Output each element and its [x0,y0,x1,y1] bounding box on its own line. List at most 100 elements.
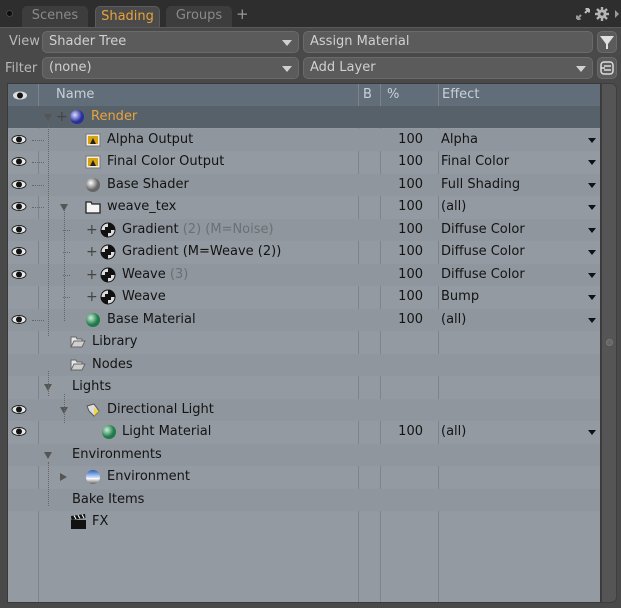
panel-dot-icon[interactable] [6,10,13,17]
tree-connector [48,371,49,396]
tree-row[interactable]: FX [8,511,600,533]
row-percent[interactable]: 100 [383,421,423,443]
tree-connector [32,207,44,208]
plus-icon[interactable]: + [86,286,98,308]
tree-connector [64,210,65,321]
scroll-handle[interactable] [606,339,613,346]
panel-menu-arrow-icon[interactable] [613,8,621,20]
tree-row[interactable]: Library [8,331,600,353]
row-name: Directional Light [107,401,214,417]
row-percent[interactable]: 100 [383,129,423,151]
row-percent[interactable]: 100 [383,151,423,173]
tree-row[interactable]: Environments [8,443,600,466]
row-effect[interactable]: (all) [441,309,466,331]
view-dropdown[interactable]: Shader Tree [42,31,299,53]
tree-row[interactable]: Directional Light [8,398,600,421]
tree-row[interactable]: + Weave (3) 100 Diffuse Color [8,263,600,286]
tree-connector [32,139,44,141]
tree-row[interactable]: Base Shader 100 Full Shading [8,173,600,196]
collapsed-triangle-icon[interactable] [60,473,67,481]
tree-row[interactable]: + Gradient (2) (M=Noise) 100 Diffuse Color [8,218,600,241]
column-percent[interactable]: % [387,84,399,106]
plus-icon[interactable]: + [86,241,98,263]
header-icons [575,5,621,23]
add-tab-button[interactable]: + [236,5,249,23]
gear-icon[interactable] [595,7,609,21]
effect-dropdown-caret-icon[interactable] [588,317,596,323]
tree-row[interactable]: + Render [8,106,600,128]
row-name: Weave [122,289,166,304]
tree-row[interactable]: Alpha Output 100 Alpha [8,128,600,151]
tree-connector [32,162,44,163]
chevron-down-icon [576,66,586,72]
tree-row[interactable]: Bake Items [8,488,600,511]
effect-dropdown-caret-icon[interactable] [588,250,596,255]
tree-row[interactable]: + Gradient (M=Weave (2)) 100 Diffuse Color [8,241,600,263]
filter-dropdown[interactable]: (none) [42,57,299,79]
effect-dropdown-caret-icon[interactable] [588,430,596,435]
plus-icon[interactable]: + [86,219,98,241]
row-percent[interactable]: 100 [383,219,423,241]
effect-dropdown-caret-icon[interactable] [588,205,596,210]
expand-triangle-icon[interactable] [44,114,52,121]
row-percent[interactable]: 100 [383,174,423,196]
texture-ball-icon [100,289,116,305]
layer-options-button[interactable] [597,57,617,79]
material-sphere-icon [101,424,117,440]
row-effect[interactable]: Full Shading [441,174,520,196]
plus-icon[interactable]: + [86,264,98,286]
render-sphere-icon [69,109,85,125]
add-layer-dropdown[interactable]: Add Layer [303,57,593,79]
column-header: Name B % Effect [8,84,600,106]
row-effect[interactable]: Diffuse Color [441,264,525,286]
row-percent[interactable]: 100 [383,264,423,286]
assign-material-button[interactable]: Assign Material [303,31,593,53]
row-effect[interactable]: (all) [441,421,466,443]
column-name[interactable]: Name [56,84,94,106]
row-effect[interactable]: Bump [441,286,479,308]
effect-dropdown-caret-icon[interactable] [588,295,596,300]
row-effect[interactable]: Diffuse Color [441,219,525,241]
open-folder-icon [70,334,86,350]
row-effect[interactable]: Alpha [441,129,478,151]
plus-icon[interactable]: + [56,106,68,128]
row-percent[interactable]: 100 [383,309,423,331]
row-name: Weave (3) [122,266,189,282]
row-effect[interactable]: Final Color [441,151,509,173]
tab-shading[interactable]: Shading [95,6,160,27]
tab-scenes[interactable]: Scenes [22,6,88,27]
eye-icon[interactable] [12,90,28,101]
filter-label: Filter [5,61,38,76]
tree-connector [48,462,49,506]
row-name: Light Material [122,424,212,439]
tree-row[interactable]: + Weave 100 Bump [8,286,600,308]
texture-ball-icon [100,267,116,283]
tab-groups[interactable]: Groups [166,6,232,27]
effect-dropdown-caret-icon[interactable] [588,160,596,165]
row-percent[interactable]: 100 [383,241,423,263]
view-label: View [9,34,40,49]
tree-row[interactable]: weave_tex 100 (all) [8,196,600,218]
row-effect[interactable]: (all) [441,196,466,218]
effect-dropdown-caret-icon[interactable] [588,227,596,233]
tree-row[interactable]: Environment [8,466,600,488]
filter-button[interactable] [597,31,617,53]
effect-dropdown-caret-icon[interactable] [588,137,596,143]
tree-row[interactable]: Final Color Output 100 Final Color [8,151,600,173]
vertical-scrollbar[interactable] [601,83,617,603]
maximize-icon[interactable] [575,7,591,21]
row-percent[interactable]: 100 [383,286,423,308]
column-b[interactable]: B [363,84,372,106]
row-effect[interactable]: Diffuse Color [441,241,525,263]
effect-dropdown-caret-icon[interactable] [588,182,596,188]
environment-icon [85,469,101,485]
tree-row[interactable]: Light Material 100 (all) [8,421,600,443]
tree-row[interactable]: Nodes [8,353,600,376]
effect-dropdown-caret-icon[interactable] [588,272,596,278]
tree-row[interactable]: Lights [8,376,600,398]
tree-row[interactable]: Base Material 100 (all) [8,308,600,331]
expand-triangle-icon[interactable] [44,451,52,459]
row-percent[interactable]: 100 [383,196,423,218]
texture-ball-icon [100,244,116,260]
column-effect[interactable]: Effect [442,84,479,106]
